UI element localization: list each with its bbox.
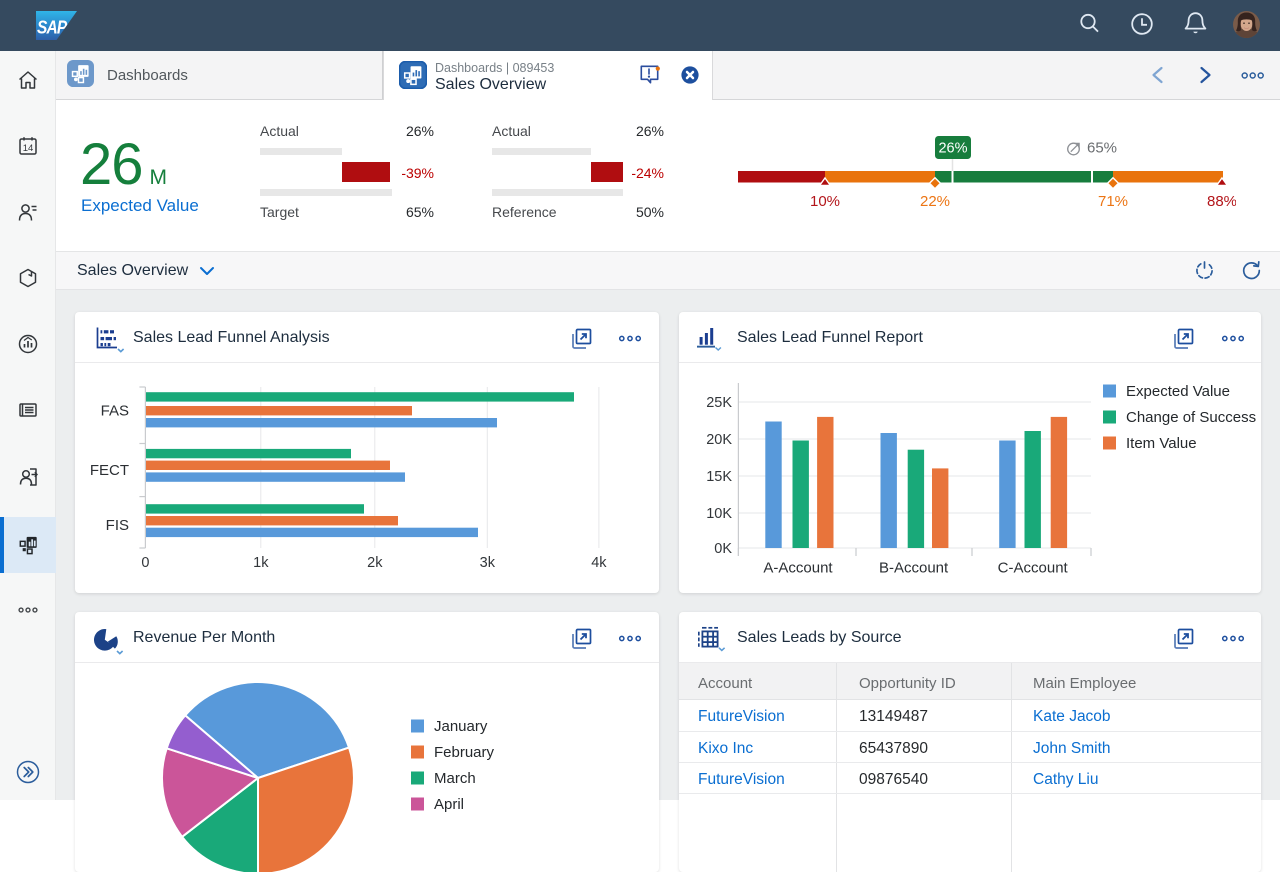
svg-text:0K: 0K: [714, 541, 732, 557]
svg-text:January: January: [434, 718, 488, 735]
svg-text:10K: 10K: [706, 506, 732, 522]
svg-text:20K: 20K: [706, 432, 732, 448]
svg-text:0: 0: [141, 555, 149, 571]
svg-text:FECT: FECT: [90, 462, 129, 479]
svg-text:71%: 71%: [1098, 193, 1128, 210]
svg-text:A-Account: A-Account: [763, 560, 833, 577]
svg-text:88%: 88%: [1207, 193, 1236, 210]
svg-text:Item Value: Item Value: [1126, 435, 1197, 452]
svg-text:3k: 3k: [480, 555, 496, 571]
svg-text:65%: 65%: [1087, 140, 1117, 157]
svg-text:C-Account: C-Account: [998, 560, 1069, 577]
svg-text:February: February: [434, 744, 495, 761]
svg-text:FIS: FIS: [106, 517, 129, 534]
svg-text:March: March: [434, 770, 476, 787]
svg-text:2k: 2k: [367, 555, 383, 571]
svg-text:10%: 10%: [810, 193, 840, 210]
svg-text:April: April: [434, 796, 464, 813]
svg-text:4k: 4k: [591, 555, 607, 571]
svg-text:25K: 25K: [706, 395, 732, 411]
svg-text:26%: 26%: [938, 141, 967, 157]
svg-text:B-Account: B-Account: [879, 560, 949, 577]
svg-text:14: 14: [23, 143, 34, 154]
svg-text:1k: 1k: [253, 555, 269, 571]
svg-text:SAP: SAP: [37, 17, 68, 38]
svg-text:FAS: FAS: [101, 403, 129, 420]
svg-text:Expected Value: Expected Value: [1126, 383, 1230, 400]
svg-text:Change of Success: Change of Success: [1126, 409, 1256, 426]
svg-text:22%: 22%: [920, 193, 950, 210]
svg-text:15K: 15K: [706, 469, 732, 485]
